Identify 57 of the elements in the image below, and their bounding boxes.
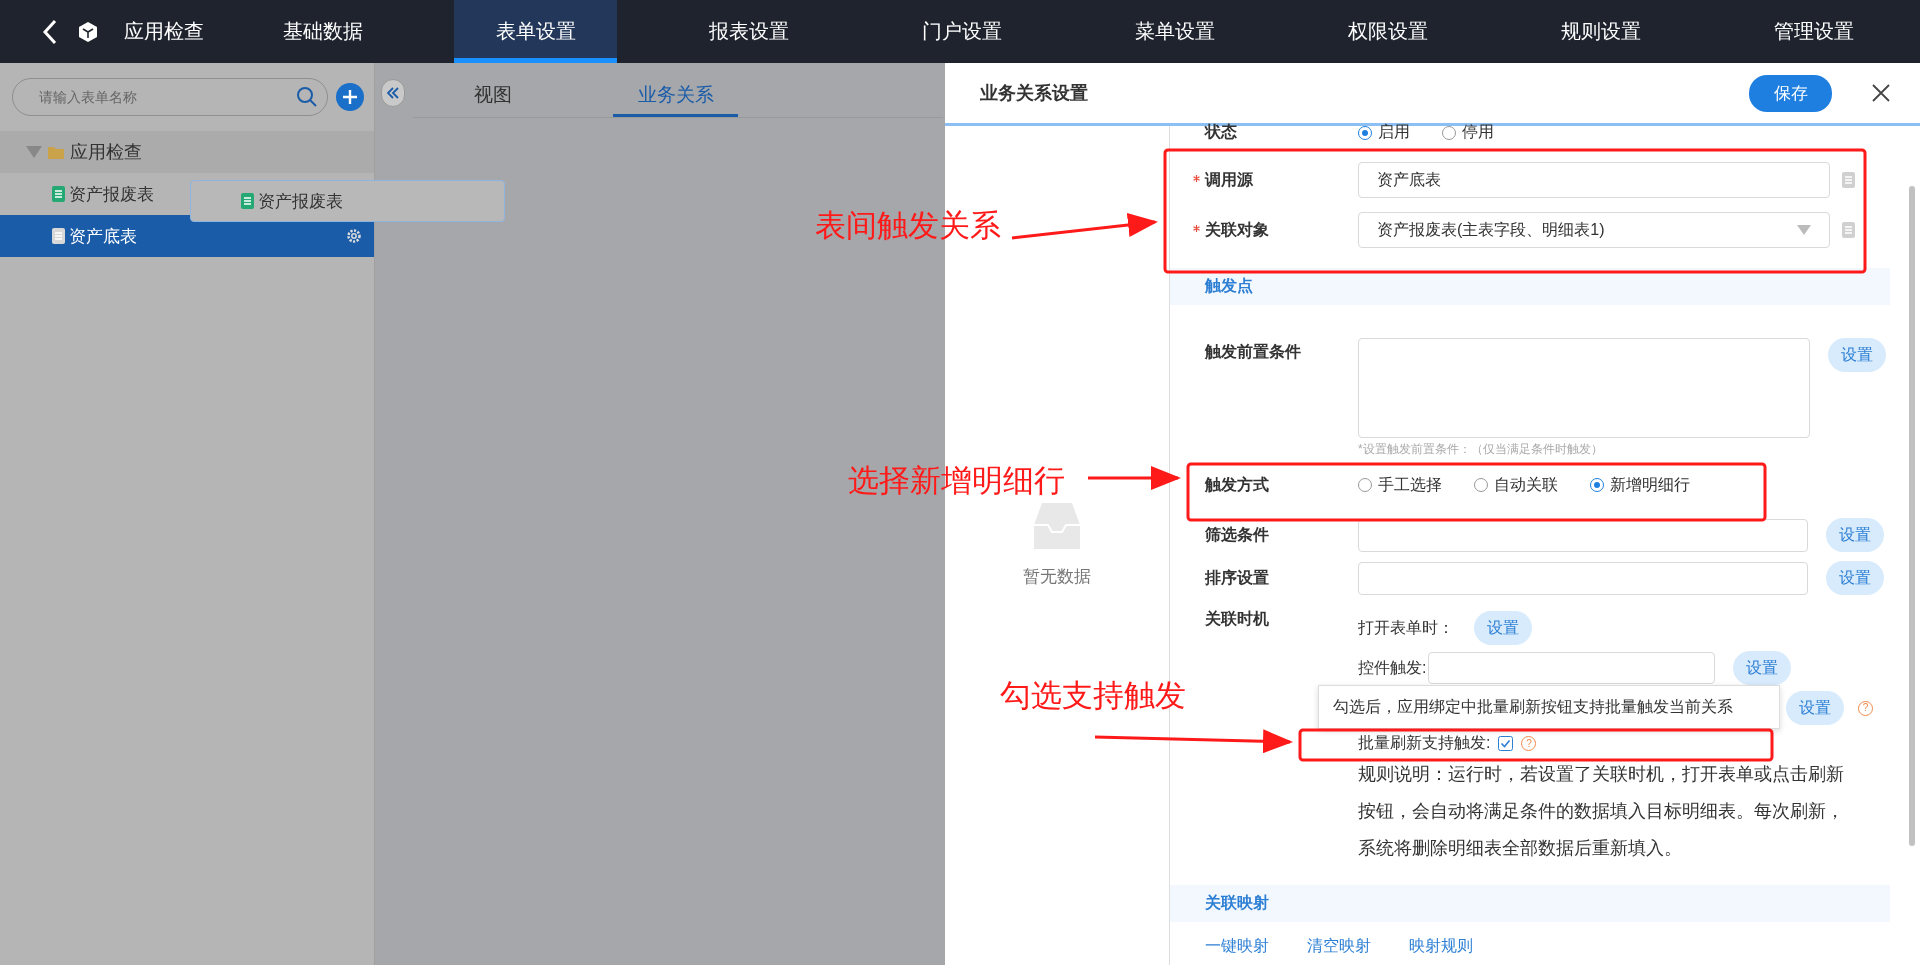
panel-title: 业务关系设置 <box>980 82 1089 105</box>
field-label: 打开表单时： <box>1358 617 1454 638</box>
mapping-link[interactable]: 清空映射 <box>1307 936 1371 957</box>
nav-tab[interactable]: 门户设置 <box>855 0 1068 63</box>
field-label: 控件触发: <box>1358 657 1427 678</box>
input-field[interactable]: 资产底表 <box>1358 162 1830 198</box>
field-label: 触发方式 <box>1205 474 1270 495</box>
field-label: 调用源 <box>1205 170 1253 188</box>
radio-label: 新增明细行 <box>1610 474 1690 495</box>
nav-tab[interactable]: 权限设置 <box>1281 0 1494 63</box>
settings-button[interactable]: 设置 <box>1826 518 1884 552</box>
mapping-link[interactable]: 映射规则 <box>1409 936 1473 957</box>
mapping-link[interactable]: 一键映射 <box>1205 936 1269 957</box>
nav-tab[interactable]: 菜单设置 <box>1068 0 1281 63</box>
field-label: 状态 <box>1205 122 1238 142</box>
field-label: 关联时机 <box>1205 609 1270 629</box>
nav-tab[interactable]: 表单设置 <box>454 0 617 63</box>
view-tab[interactable]: 业务关系 <box>613 75 738 117</box>
select-field[interactable]: 资产报废表(主表字段、明细表1) <box>1358 212 1830 248</box>
settings-button[interactable]: 设置 <box>1786 691 1844 725</box>
hint-text: *设置触发前置条件：（仅当满足条件时触发） <box>1357 441 1604 458</box>
radio-label: 启用 <box>1378 122 1410 142</box>
annotation-text: 勾选支持触发 <box>1000 677 1186 715</box>
radio-label: 自动关联 <box>1494 474 1558 495</box>
rule-description: 规则说明：运行时，若设置了关联时机，打开表单或点击刷新按钮，会自动将满足条件的数据填入目标明细表。每次刷新，系统将删除明细表全部数据后重新填入。 <box>1358 763 1845 860</box>
section-header: 触发点 <box>1170 268 1890 305</box>
save-button[interactable]: 保存 <box>1749 74 1832 112</box>
field-label: 批量刷新支持触发: <box>1358 733 1491 753</box>
radio-label: 停用 <box>1462 122 1494 142</box>
settings-button[interactable]: 设置 <box>1474 611 1532 645</box>
empty-text: 暂无数据 <box>1023 566 1091 588</box>
nav-tab[interactable]: 规则设置 <box>1494 0 1707 63</box>
annotation-text: 选择新增明细行 <box>848 462 1065 500</box>
app-title: 应用检查 <box>124 19 205 44</box>
view-tab[interactable]: 视图 <box>413 75 573 117</box>
tooltip: 勾选后，应用绑定中批量刷新按钮支持批量触发当前关系 <box>1318 685 1780 729</box>
field-label: 触发前置条件 <box>1205 342 1302 362</box>
search-field[interactable]: 请输入表单名称 <box>12 78 328 116</box>
field-label: 关联对象 <box>1205 220 1269 238</box>
nav-tab[interactable]: 管理设置 <box>1707 0 1920 63</box>
section-header: 关联映射 <box>1170 885 1890 922</box>
item-label: 资产报废表 <box>258 190 343 213</box>
item-label: 资产底表 <box>69 225 137 248</box>
settings-button[interactable]: 设置 <box>1733 651 1792 685</box>
nav-tab[interactable]: 报表设置 <box>642 0 855 63</box>
settings-button[interactable]: 设置 <box>1828 338 1886 372</box>
nav-tab[interactable]: 基础数据 <box>216 0 429 63</box>
tree-item[interactable]: 资产报废表 <box>0 173 160 215</box>
item-label: 资产报废表 <box>69 183 154 206</box>
annotation-text: 表间触发关系 <box>815 207 1001 245</box>
folder-label: 应用检查 <box>70 141 142 164</box>
field-label: 筛选条件 <box>1205 524 1270 545</box>
settings-button[interactable]: 设置 <box>1826 561 1884 595</box>
field-label: 排序设置 <box>1205 567 1270 588</box>
tree-item[interactable]: 资产底表 <box>0 215 374 257</box>
tree-folder[interactable]: 应用检查 <box>0 131 374 173</box>
radio-label: 手工选择 <box>1378 474 1442 495</box>
